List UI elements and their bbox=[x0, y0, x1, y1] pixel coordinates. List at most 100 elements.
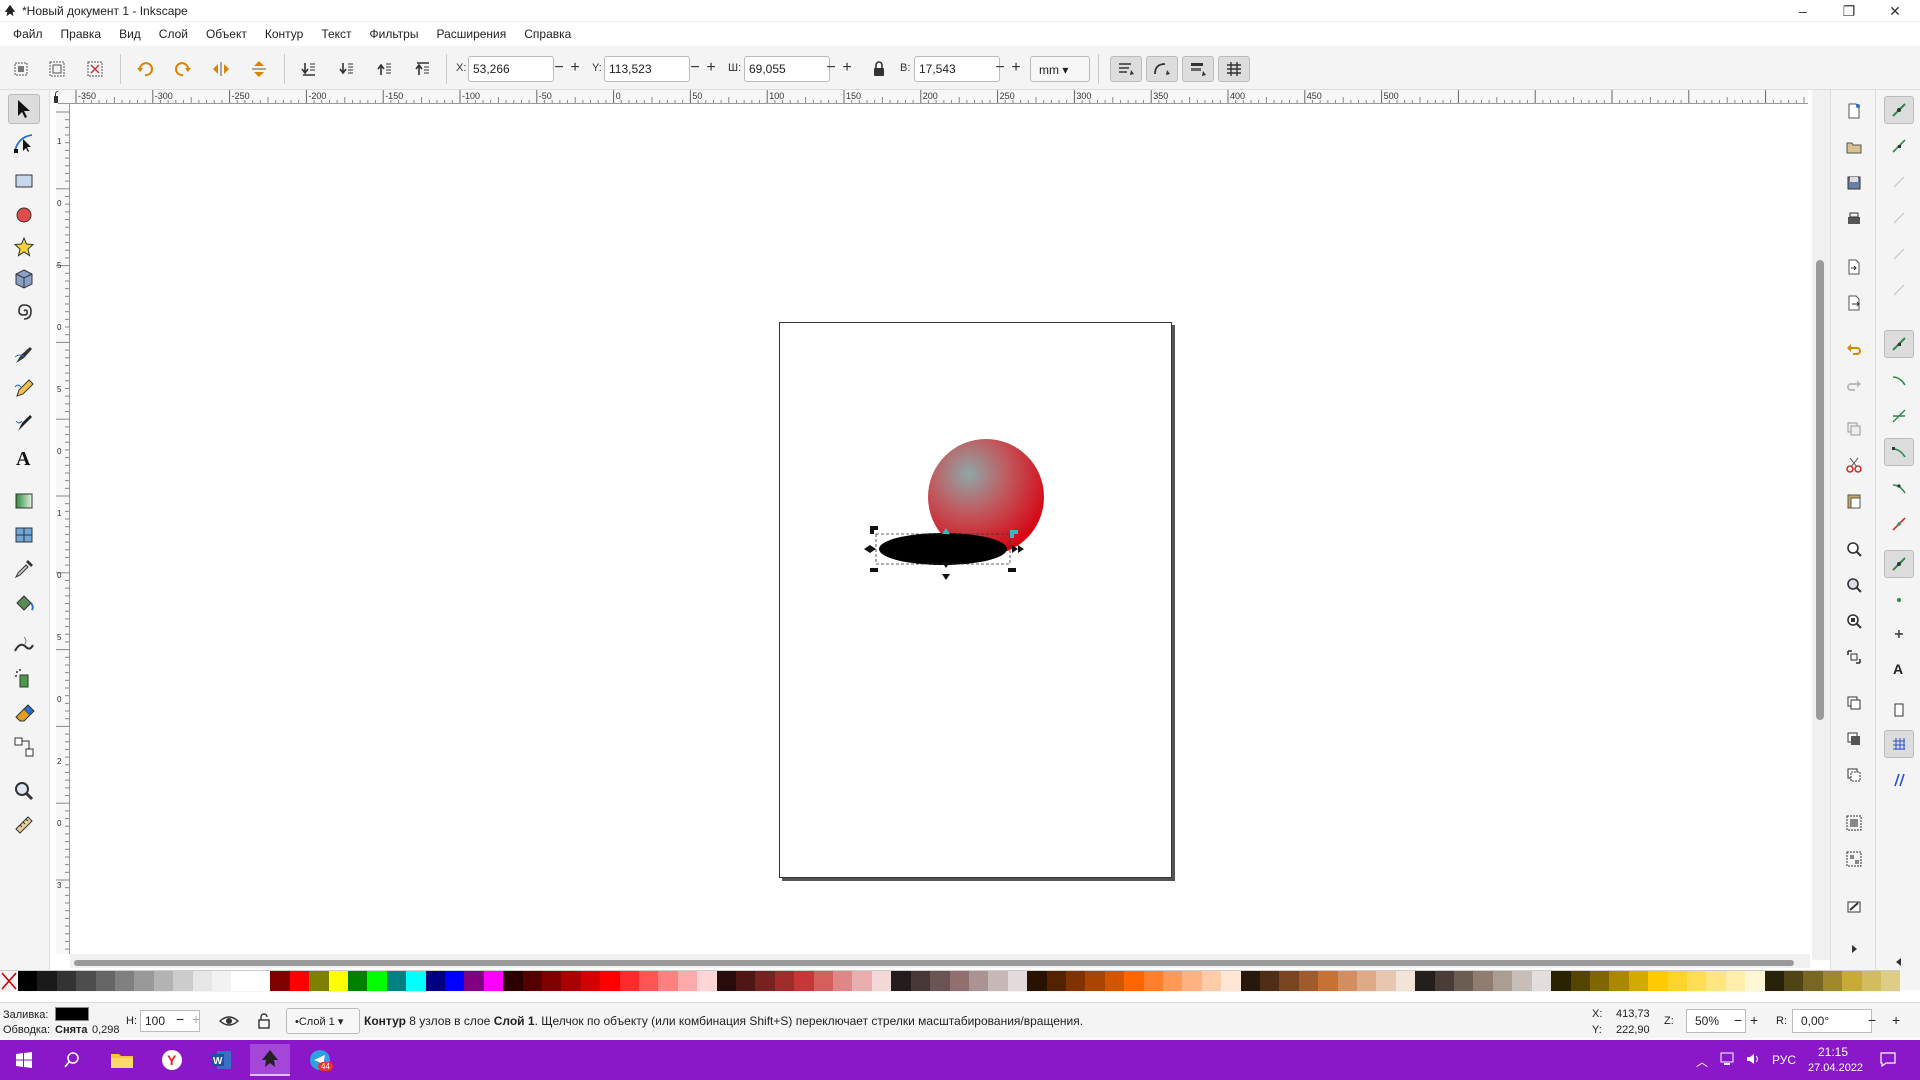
palette-swatch[interactable] bbox=[1764, 971, 1784, 991]
palette-swatch[interactable] bbox=[367, 971, 387, 991]
network-icon[interactable] bbox=[1720, 1052, 1736, 1069]
zoom-page-width-icon[interactable] bbox=[1841, 644, 1867, 670]
inkscape-taskbar-icon[interactable] bbox=[250, 1044, 290, 1076]
palette-swatch[interactable] bbox=[813, 971, 834, 991]
rotate-decrement-button[interactable]: − bbox=[1868, 1012, 1876, 1028]
palette-swatch[interactable] bbox=[541, 971, 562, 991]
palette-swatch[interactable] bbox=[1648, 971, 1668, 991]
palette-swatch[interactable] bbox=[173, 971, 193, 991]
menu-help[interactable]: Справка bbox=[515, 27, 580, 41]
x-increment-button[interactable]: + bbox=[568, 60, 582, 76]
opacity-input[interactable]: 100 bbox=[140, 1010, 200, 1032]
spiral-tool-icon[interactable] bbox=[8, 296, 40, 326]
palette-swatch[interactable] bbox=[1298, 971, 1319, 991]
palette-swatch[interactable] bbox=[1143, 971, 1163, 991]
gradient-tool-icon[interactable] bbox=[8, 486, 40, 516]
snap-bbox-icon[interactable] bbox=[1884, 132, 1914, 160]
palette-swatch[interactable] bbox=[658, 971, 678, 991]
rotate-cw-icon[interactable] bbox=[170, 56, 196, 82]
rect-tool-icon[interactable] bbox=[8, 166, 40, 196]
palette-swatch[interactable] bbox=[1221, 971, 1241, 991]
palette-swatch[interactable] bbox=[483, 971, 504, 991]
palette-swatch[interactable] bbox=[736, 971, 756, 991]
palette-swatch[interactable] bbox=[1065, 971, 1086, 991]
palette-swatch[interactable] bbox=[1745, 971, 1765, 991]
vertical-scroll-thumb[interactable] bbox=[1816, 260, 1824, 720]
clock-date[interactable]: 27.04.2022 bbox=[1808, 1062, 1863, 1074]
palette-swatch[interactable] bbox=[250, 971, 271, 991]
palette-swatch[interactable] bbox=[1667, 971, 1687, 991]
palette-swatch[interactable] bbox=[949, 971, 969, 991]
rotate-increment-button[interactable]: + bbox=[1892, 1012, 1900, 1028]
raise-icon[interactable] bbox=[372, 56, 398, 82]
palette-swatch[interactable] bbox=[852, 971, 872, 991]
palette-swatch[interactable] bbox=[1337, 971, 1358, 991]
palette-swatch[interactable] bbox=[347, 971, 368, 991]
transform-patterns-icon[interactable] bbox=[1218, 56, 1250, 82]
palette-swatch[interactable] bbox=[910, 971, 931, 991]
palette-swatch[interactable] bbox=[1473, 971, 1493, 991]
pen-tool-icon[interactable] bbox=[8, 340, 40, 370]
snap-others-icon[interactable] bbox=[1884, 550, 1914, 578]
menu-edit[interactable]: Правка bbox=[52, 27, 111, 41]
palette-swatch[interactable] bbox=[212, 971, 232, 991]
telegram-icon[interactable] bbox=[300, 1044, 340, 1076]
palette-swatch[interactable] bbox=[1551, 971, 1571, 991]
palette-swatch[interactable] bbox=[561, 971, 581, 991]
palette-swatch[interactable] bbox=[425, 971, 445, 991]
palette-swatch[interactable] bbox=[134, 971, 154, 991]
eraser-tool-icon[interactable] bbox=[8, 698, 40, 728]
palette-swatch[interactable] bbox=[503, 971, 523, 991]
volume-icon[interactable] bbox=[1746, 1052, 1762, 1069]
spray-tool-icon[interactable] bbox=[8, 664, 40, 694]
palette-swatch[interactable] bbox=[1783, 971, 1804, 991]
palette-swatch[interactable] bbox=[444, 971, 465, 991]
yandex-browser-icon[interactable]: Y bbox=[152, 1044, 192, 1076]
palette-swatch[interactable] bbox=[1803, 971, 1823, 991]
palette-swatch[interactable] bbox=[1104, 971, 1125, 991]
palette-swatch[interactable] bbox=[1240, 971, 1260, 991]
print-icon[interactable] bbox=[1841, 206, 1867, 232]
calligraphy-tool-icon[interactable] bbox=[8, 408, 40, 438]
x-input[interactable]: 53,266 bbox=[468, 56, 554, 82]
palette-swatch[interactable] bbox=[270, 971, 290, 991]
palette-swatch[interactable] bbox=[968, 971, 989, 991]
snap-text-baseline-icon[interactable]: A bbox=[1884, 654, 1914, 682]
snap-bbox-edges-icon[interactable] bbox=[1884, 168, 1914, 196]
vertical-ruler[interactable]: 1050501050203 bbox=[56, 104, 70, 954]
palette-swatch[interactable] bbox=[1376, 971, 1396, 991]
tweak-tool-icon[interactable] bbox=[8, 630, 40, 660]
palette-swatch[interactable] bbox=[115, 971, 135, 991]
palette-swatch[interactable] bbox=[1609, 971, 1629, 991]
snap-intersections-icon[interactable] bbox=[1884, 402, 1914, 430]
palette-swatch[interactable] bbox=[1628, 971, 1649, 991]
height-increment-button[interactable]: + bbox=[1009, 60, 1023, 76]
paste-icon[interactable] bbox=[1841, 488, 1867, 514]
snap-smooth-nodes-icon[interactable] bbox=[1884, 474, 1914, 502]
star-tool-icon[interactable] bbox=[8, 232, 40, 262]
palette-swatch[interactable] bbox=[1434, 971, 1455, 991]
opacity-increment-button[interactable]: + bbox=[192, 1011, 200, 1027]
width-decrement-button[interactable]: − bbox=[824, 60, 838, 76]
snap-page-border-icon[interactable] bbox=[1884, 696, 1914, 724]
palette-swatch[interactable] bbox=[871, 971, 892, 991]
import-icon[interactable] bbox=[1841, 254, 1867, 280]
palette-swatch[interactable] bbox=[1531, 971, 1552, 991]
node-tool-icon[interactable] bbox=[8, 128, 40, 158]
rotate-ccw-icon[interactable] bbox=[132, 56, 158, 82]
lower-to-bottom-icon[interactable] bbox=[296, 56, 322, 82]
measure-tool-icon[interactable] bbox=[8, 810, 40, 840]
clock-time[interactable]: 21:15 bbox=[1818, 1045, 1848, 1059]
raise-to-top-icon[interactable] bbox=[410, 56, 436, 82]
palette-swatch[interactable] bbox=[774, 971, 795, 991]
menu-object[interactable]: Объект bbox=[197, 27, 256, 41]
palette-swatch[interactable] bbox=[1357, 971, 1377, 991]
ellipse-tool-icon[interactable] bbox=[8, 200, 40, 230]
maximize-button[interactable]: ❐ bbox=[1826, 0, 1872, 22]
zoom-page-icon[interactable] bbox=[1841, 608, 1867, 634]
palette-swatch[interactable] bbox=[386, 971, 407, 991]
mesh-tool-icon[interactable] bbox=[8, 520, 40, 550]
menu-extensions[interactable]: Расширения bbox=[427, 27, 515, 41]
height-decrement-button[interactable]: − bbox=[993, 60, 1007, 76]
palette-swatch[interactable] bbox=[1260, 971, 1280, 991]
